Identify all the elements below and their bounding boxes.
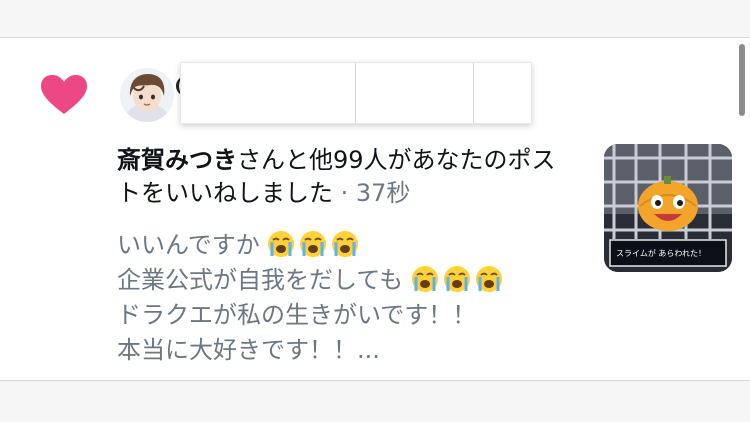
post-line-text: いいんですか: [117, 231, 260, 259]
thumbnail-caption: スライムが あらわれた！: [616, 248, 706, 258]
avatar[interactable]: [120, 68, 174, 122]
loudly-crying-face-emoji: [475, 266, 502, 292]
redaction-box: [180, 62, 532, 124]
timestamp: 37秒: [355, 179, 411, 207]
separator-dot: ·: [333, 179, 356, 207]
loudly-crying-face-emoji: [268, 231, 295, 257]
post-preview[interactable]: いいんですか 企業公式が自我をだしても ドラクエが私の生きがいです！！ 本当に大…: [117, 228, 577, 368]
post-line: いいんですか: [117, 228, 577, 263]
loudly-crying-face-emoji: [332, 231, 359, 257]
post-line: 本当に大好きです！！...: [117, 336, 380, 364]
loudly-crying-face-emoji: [300, 231, 327, 257]
avatar-illustration: [120, 68, 174, 122]
post-line: ドラクエが私の生きがいです！！: [117, 301, 477, 329]
redacted-avatars-overlay: [176, 62, 532, 124]
heart-icon: [41, 75, 87, 114]
actor-name[interactable]: 斎賀みつき: [117, 146, 237, 174]
game-screenshot-image: スライムが あらわれた！: [604, 144, 732, 272]
loudly-crying-face-emoji: [443, 266, 470, 292]
post-line: 企業公式が自我をだしても: [117, 263, 577, 298]
media-thumbnail[interactable]: スライムが あらわれた！: [604, 144, 732, 272]
notification-text: 斎賀みつきさんと他99人があなたのポストをいいねしました · 37秒: [117, 144, 577, 210]
redaction-divider: [473, 63, 474, 123]
scrollbar[interactable]: [739, 44, 745, 116]
post-line-text: 企業公式が自我をだしても: [117, 266, 404, 294]
loudly-crying-face-emoji: [411, 266, 438, 292]
redaction-divider: [355, 63, 356, 123]
top-header-strip: [0, 0, 750, 38]
